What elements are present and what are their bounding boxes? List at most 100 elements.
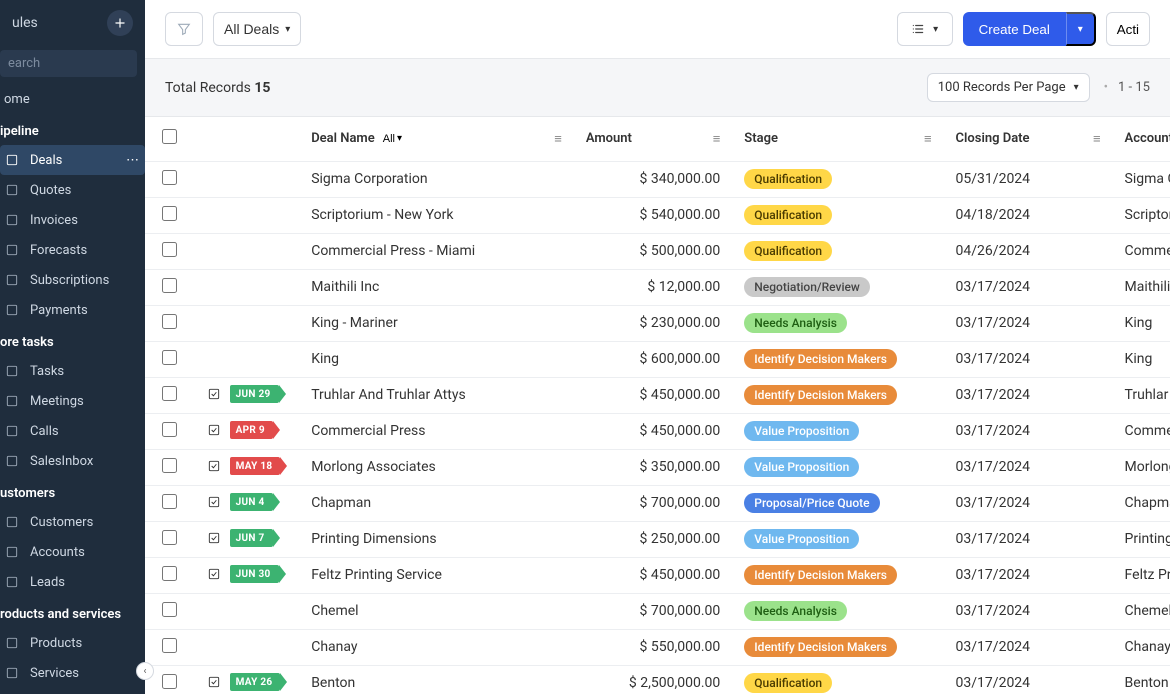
deal-name-cell[interactable]: Feltz Printing Service <box>299 557 574 593</box>
stage-pill[interactable]: Value Proposition <box>744 421 859 441</box>
table-row[interactable]: Chemel$ 700,000.00Needs Analysis03/17/20… <box>145 593 1170 629</box>
row-checkbox[interactable] <box>162 638 177 653</box>
deal-name-cell[interactable]: Benton <box>299 665 574 694</box>
row-checkbox[interactable] <box>162 278 177 293</box>
account-cell[interactable]: Commercial <box>1113 413 1170 449</box>
deal-name-cell[interactable]: Maithili Inc <box>299 269 574 305</box>
table-row[interactable]: Commercial Press - Miami$ 500,000.00Qual… <box>145 233 1170 269</box>
stage-pill[interactable]: Identify Decision Makers <box>744 385 897 405</box>
stage-pill[interactable]: Proposal/Price Quote <box>744 493 879 513</box>
deal-name-cell[interactable]: Sigma Corporation <box>299 161 574 197</box>
table-row[interactable]: APR 9Commercial Press$ 450,000.00Value P… <box>145 413 1170 449</box>
column-menu-icon[interactable]: ≡ <box>1093 131 1101 147</box>
task-icon[interactable] <box>206 386 222 402</box>
deal-name-cell[interactable]: King - Mariner <box>299 305 574 341</box>
task-icon[interactable] <box>206 458 222 474</box>
account-cell[interactable]: Chapman <box>1113 485 1170 521</box>
select-all-checkbox[interactable] <box>162 129 177 144</box>
account-cell[interactable]: Maithili Inc <box>1113 269 1170 305</box>
sidebar-item-subscriptions[interactable]: Subscriptions <box>0 265 145 295</box>
sidebar-search[interactable]: earch <box>0 50 137 77</box>
row-checkbox[interactable] <box>162 242 177 257</box>
stage-pill[interactable]: Needs Analysis <box>744 601 847 621</box>
deal-name-cell[interactable]: King <box>299 341 574 377</box>
sidebar-item-payments[interactable]: Payments <box>0 295 145 325</box>
deal-name-cell[interactable]: Commercial Press - Miami <box>299 233 574 269</box>
row-checkbox[interactable] <box>162 674 177 689</box>
row-checkbox[interactable] <box>162 494 177 509</box>
row-checkbox[interactable] <box>162 170 177 185</box>
table-row[interactable]: JUN 29Truhlar And Truhlar Attys$ 450,000… <box>145 377 1170 413</box>
stage-pill[interactable]: Value Proposition <box>744 457 859 477</box>
task-icon[interactable] <box>206 566 222 582</box>
col-header-dealname[interactable]: Deal Name <box>311 131 375 146</box>
date-flag[interactable]: JUN 29 <box>230 385 279 403</box>
row-checkbox[interactable] <box>162 458 177 473</box>
sidebar-item-customers[interactable]: Customers <box>0 507 145 537</box>
table-row[interactable]: Sigma Corporation$ 340,000.00Qualificati… <box>145 161 1170 197</box>
more-icon[interactable]: ⋯ <box>126 153 139 168</box>
table-row[interactable]: JUN 30Feltz Printing Service$ 450,000.00… <box>145 557 1170 593</box>
dealname-filter[interactable]: All ▾ <box>381 133 404 145</box>
deal-name-cell[interactable]: Truhlar And Truhlar Attys <box>299 377 574 413</box>
stage-pill[interactable]: Qualification <box>744 169 832 189</box>
account-cell[interactable]: Benton <box>1113 665 1170 694</box>
deal-name-cell[interactable]: Chanay <box>299 629 574 665</box>
account-cell[interactable]: King <box>1113 341 1170 377</box>
stage-pill[interactable]: Negotiation/Review <box>744 277 870 297</box>
stage-pill[interactable]: Value Proposition <box>744 529 859 549</box>
sidebar-item-appointments[interactable]: Appointments <box>0 688 145 694</box>
task-icon[interactable] <box>206 494 222 510</box>
stage-pill[interactable]: Qualification <box>744 241 832 261</box>
date-flag[interactable]: JUN 7 <box>230 529 273 547</box>
table-row[interactable]: Scriptorium - New York$ 540,000.00Qualif… <box>145 197 1170 233</box>
stage-pill[interactable]: Identify Decision Makers <box>744 349 897 369</box>
view-selector[interactable]: All Deals ▾ <box>213 12 301 46</box>
row-checkbox[interactable] <box>162 422 177 437</box>
sidebar-item-calls[interactable]: Calls <box>0 416 145 446</box>
stage-pill[interactable]: Identify Decision Makers <box>744 565 897 585</box>
table-row[interactable]: JUN 7Printing Dimensions$ 250,000.00Valu… <box>145 521 1170 557</box>
col-header-stage[interactable]: Stage <box>744 131 778 146</box>
deals-grid[interactable]: Deal Name All ▾ ≡ Amount ≡ Stage ≡ <box>145 116 1170 694</box>
column-menu-icon[interactable]: ≡ <box>554 131 562 147</box>
actions-button[interactable]: Acti <box>1106 12 1150 46</box>
sidebar-item-invoices[interactable]: Invoices <box>0 205 145 235</box>
deal-name-cell[interactable]: Morlong Associates <box>299 449 574 485</box>
table-row[interactable]: MAY 26Benton$ 2,500,000.00Qualification0… <box>145 665 1170 694</box>
col-header-amount[interactable]: Amount <box>586 131 632 146</box>
deal-name-cell[interactable]: Chapman <box>299 485 574 521</box>
row-checkbox[interactable] <box>162 350 177 365</box>
sidebar-item-products[interactable]: Products <box>0 628 145 658</box>
filter-button[interactable] <box>165 12 203 46</box>
date-flag[interactable]: MAY 26 <box>230 673 281 691</box>
col-header-closing[interactable]: Closing Date <box>956 131 1030 146</box>
sidebar-item-quotes[interactable]: Quotes <box>0 175 145 205</box>
sidebar-item-accounts[interactable]: Accounts <box>0 537 145 567</box>
table-row[interactable]: MAY 18Morlong Associates$ 350,000.00Valu… <box>145 449 1170 485</box>
task-icon[interactable] <box>206 674 222 690</box>
table-row[interactable]: Chanay$ 550,000.00Identify Decision Make… <box>145 629 1170 665</box>
sidebar-item-tasks[interactable]: Tasks <box>0 356 145 386</box>
layout-switcher[interactable]: ▾ <box>897 12 953 46</box>
column-menu-icon[interactable]: ≡ <box>713 131 721 147</box>
sidebar-item-salesinbox[interactable]: SalesInbox <box>0 446 145 476</box>
column-menu-icon[interactable]: ≡ <box>924 131 932 147</box>
date-flag[interactable]: MAY 18 <box>230 457 281 475</box>
date-flag[interactable]: JUN 30 <box>230 565 279 583</box>
task-icon[interactable] <box>206 530 222 546</box>
account-cell[interactable]: Commercial <box>1113 233 1170 269</box>
deal-name-cell[interactable]: Commercial Press <box>299 413 574 449</box>
table-row[interactable]: JUN 4Chapman$ 700,000.00Proposal/Price Q… <box>145 485 1170 521</box>
collapse-sidebar-button[interactable]: ‹ <box>136 662 154 680</box>
date-flag[interactable]: JUN 4 <box>230 493 273 511</box>
table-row[interactable]: King$ 600,000.00Identify Decision Makers… <box>145 341 1170 377</box>
account-cell[interactable]: Truhlar And T <box>1113 377 1170 413</box>
create-deal-button[interactable]: Create Deal <box>963 12 1066 46</box>
stage-pill[interactable]: Needs Analysis <box>744 313 847 333</box>
row-checkbox[interactable] <box>162 566 177 581</box>
account-cell[interactable]: King <box>1113 305 1170 341</box>
table-row[interactable]: King - Mariner$ 230,000.00Needs Analysis… <box>145 305 1170 341</box>
account-cell[interactable]: Sigma Corpo <box>1113 161 1170 197</box>
deal-name-cell[interactable]: Printing Dimensions <box>299 521 574 557</box>
